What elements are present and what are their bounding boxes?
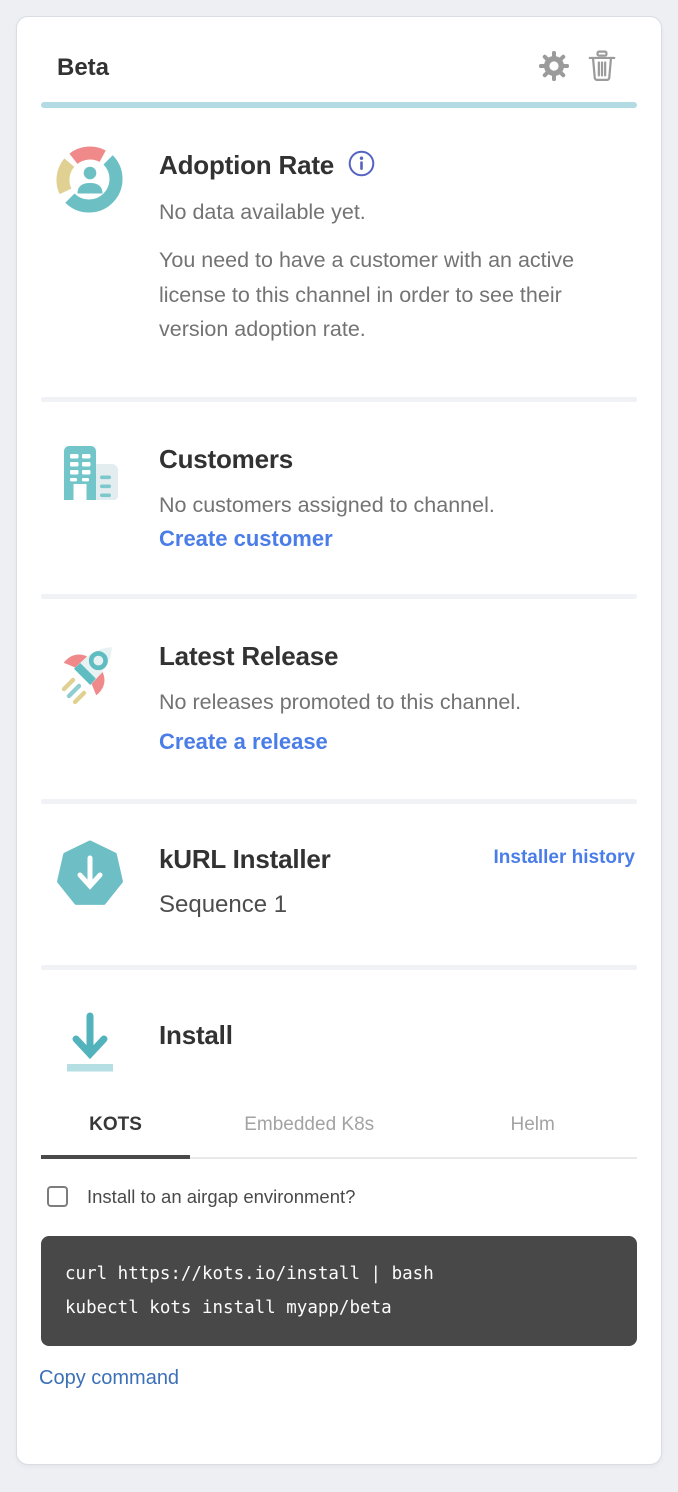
copy-command-link[interactable]: Copy command	[39, 1367, 179, 1390]
install-body: Install	[159, 1006, 637, 1051]
kurl-heptagon-icon	[56, 840, 124, 914]
create-customer-link[interactable]: Create customer	[159, 526, 333, 552]
channel-title: Beta	[57, 54, 109, 82]
install-command-block: curl https://kots.io/install | bashkubec…	[41, 1236, 637, 1346]
settings-button[interactable]	[537, 51, 571, 85]
card-header: Beta	[41, 17, 637, 85]
rocket-icon	[56, 637, 124, 711]
airgap-checkbox[interactable]	[47, 1186, 68, 1207]
tab-embedded-k8s[interactable]: Embedded K8s	[190, 1106, 428, 1157]
trash-icon	[588, 50, 616, 87]
tab-helm[interactable]: Helm	[428, 1106, 637, 1157]
adoption-rate-title: Adoption Rate	[159, 150, 334, 181]
install-tabs: KOTS Embedded K8s Helm	[41, 1106, 637, 1159]
adoption-rate-section: Adoption Rate No data available yet. You…	[41, 108, 637, 397]
delete-button[interactable]	[585, 51, 619, 85]
command-line: kubectl kots install myapp/beta	[65, 1291, 635, 1325]
customers-building-icon	[56, 440, 124, 514]
install-header: Install	[41, 1006, 637, 1084]
adoption-rate-body: Adoption Rate No data available yet. You…	[159, 146, 637, 347]
kurl-installer-section: kURL Installer Installer history Sequenc…	[41, 804, 637, 964]
customers-empty-text: No customers assigned to channel.	[159, 488, 637, 523]
gear-icon	[537, 49, 571, 88]
airgap-option: Install to an airgap environment?	[41, 1186, 637, 1208]
create-release-link[interactable]: Create a release	[159, 729, 328, 755]
release-empty-text: No releases promoted to this channel.	[159, 685, 637, 720]
kurl-installer-body: kURL Installer Installer history Sequenc…	[159, 840, 637, 918]
airgap-label: Install to an airgap environment?	[87, 1186, 355, 1208]
customers-section: Customers No customers assigned to chann…	[41, 402, 637, 594]
info-icon[interactable]	[348, 150, 375, 182]
install-title: Install	[159, 1010, 637, 1051]
tab-kots[interactable]: KOTS	[41, 1106, 190, 1157]
download-icon	[56, 1006, 124, 1084]
install-section: Install KOTS Embedded K8s Helm Install t…	[41, 970, 637, 1390]
customers-title: Customers	[159, 444, 637, 475]
latest-release-title: Latest Release	[159, 641, 637, 672]
adoption-empty-body: You need to have a customer with an acti…	[159, 243, 611, 347]
latest-release-section: Latest Release No releases promoted to t…	[41, 599, 637, 799]
customers-body: Customers No customers assigned to chann…	[159, 440, 637, 552]
adoption-empty-title: No data available yet.	[159, 195, 637, 230]
latest-release-body: Latest Release No releases promoted to t…	[159, 637, 637, 755]
installer-history-link[interactable]: Installer history	[494, 847, 636, 869]
header-actions	[537, 51, 619, 85]
channel-card: Beta	[16, 16, 662, 1465]
kurl-installer-title: kURL Installer	[159, 844, 331, 875]
installer-sequence: Sequence 1	[159, 891, 637, 919]
command-line: curl https://kots.io/install | bash	[65, 1257, 635, 1291]
adoption-donut-icon	[56, 146, 124, 220]
